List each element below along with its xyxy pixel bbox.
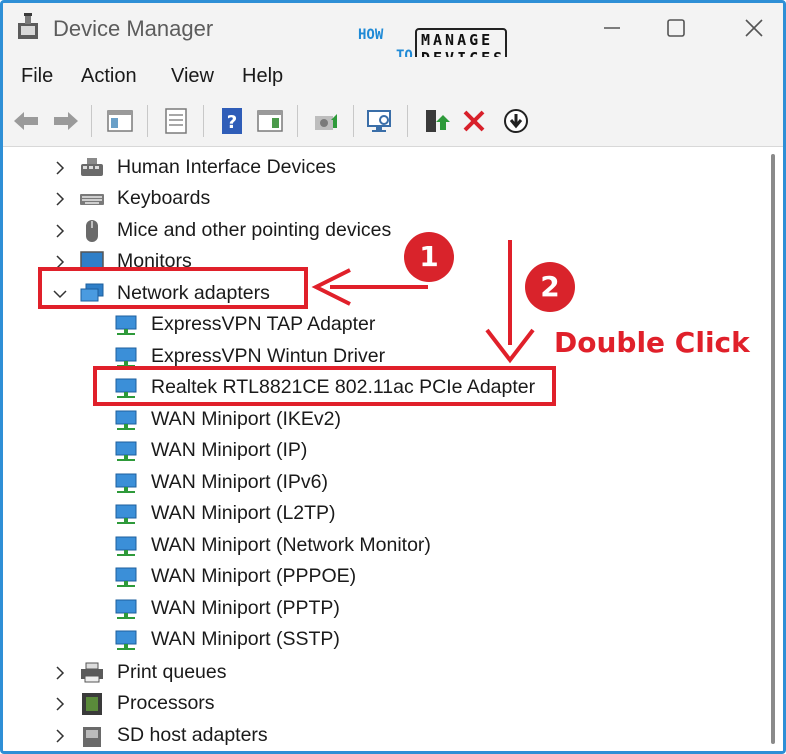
tree-node-human-interface-devices[interactable]: Human Interface Devices [51,153,381,183]
tree-node-label: SD host adapters [117,724,268,746]
chevron-right-icon[interactable] [51,222,69,240]
tree-node-label: WAN Miniport (PPTP) [151,597,340,619]
tree-node-label: WAN Miniport (SSTP) [151,628,340,650]
tree-node-adapter[interactable]: WAN Miniport (PPPOE) [113,562,413,592]
tree-node-adapter[interactable]: WAN Miniport (IPv6) [113,468,413,498]
scrollbar-thumb[interactable] [771,154,775,744]
network-adapter-icon [115,473,137,493]
device-manager-app-icon [18,13,38,39]
tree-node-mice[interactable]: Mice and other pointing devices [51,216,431,246]
tree-node-adapter[interactable]: WAN Miniport (L2TP) [113,499,413,529]
show-hide-console-tree-icon[interactable] [105,106,135,136]
menu-action[interactable]: Action [81,65,137,88]
minimize-button[interactable] [599,15,625,41]
close-button[interactable] [741,15,767,41]
menu-help[interactable]: Help [242,65,283,88]
tree-node-label: WAN Miniport (PPPOE) [151,565,357,587]
tree-node-adapter[interactable]: WAN Miniport (SSTP) [113,625,413,655]
chevron-right-icon[interactable] [51,159,69,177]
highlight-network-adapters [38,267,308,309]
double-click-instruction: Double Click [554,326,750,359]
toolbar: ? [3,97,783,147]
back-icon[interactable] [11,106,41,136]
tree-node-label: WAN Miniport (Network Monitor) [151,534,431,556]
forward-icon[interactable] [51,106,81,136]
mouse-icon [86,220,98,242]
maximize-button[interactable] [663,15,689,41]
tree-node-sd-host-adapters[interactable]: SD host adapters [51,721,351,751]
network-adapter-icon [115,599,137,619]
printer-icon [81,662,103,683]
network-adapter-icon [115,536,137,556]
processor-icon [82,693,102,715]
network-adapter-icon [115,315,137,335]
menu-bar: File Action View Help [3,57,783,97]
tree-node-label: Processors [117,692,215,714]
chevron-right-icon[interactable] [51,190,69,208]
menu-view[interactable]: View [171,65,214,88]
chevron-right-icon[interactable] [51,727,69,745]
action-pane-icon[interactable] [255,106,285,136]
hid-icon [81,158,103,176]
chevron-right-icon[interactable] [51,664,69,682]
vertical-scrollbar[interactable] [765,148,783,751]
tree-node-adapter[interactable]: ExpressVPN TAP Adapter [113,310,413,340]
menu-file[interactable]: File [21,65,53,88]
tree-node-adapter[interactable]: WAN Miniport (IP) [113,436,413,466]
keyboard-icon [80,194,104,205]
network-adapter-icon [115,630,137,650]
properties-icon[interactable] [161,106,191,136]
chevron-right-icon[interactable] [51,695,69,713]
network-adapter-icon [115,441,137,461]
disable-device-icon[interactable] [501,106,531,136]
highlight-realtek-adapter [93,366,556,406]
network-adapter-icon [115,567,137,587]
tree-node-label: WAN Miniport (L2TP) [151,502,336,524]
tree-node-label: WAN Miniport (IPv6) [151,471,328,493]
tree-node-keyboards[interactable]: Keyboards [51,184,381,214]
tree-node-label: Human Interface Devices [117,156,336,178]
window-title: Device Manager [53,16,214,41]
step-badge-2: 2 [525,262,575,312]
tree-node-label: Mice and other pointing devices [117,219,392,241]
update-driver-icon[interactable] [311,106,341,136]
step-badge-1: 1 [404,232,454,282]
tree-node-label: Print queues [117,661,227,683]
tree-node-adapter[interactable]: WAN Miniport (Network Monitor) [113,531,473,561]
tree-node-label: WAN Miniport (IP) [151,439,308,461]
tree-node-label: Keyboards [117,187,211,209]
tree-node-adapter[interactable]: WAN Miniport (PPTP) [113,594,413,624]
tree-node-print-queues[interactable]: Print queues [51,658,351,688]
network-adapter-icon [115,504,137,524]
device-tree: Human Interface Devices Keyboards Mice a… [3,148,765,751]
network-adapter-icon [115,410,137,430]
help-icon[interactable]: ? [217,106,247,136]
tree-node-label: ExpressVPN TAP Adapter [151,313,376,335]
uninstall-device-icon[interactable] [459,106,489,136]
svg-text:?: ? [227,112,237,133]
title-bar: Device Manager HOW TO MANAGE DEVICES [3,3,783,70]
sd-host-icon [83,727,101,747]
tree-node-label: WAN Miniport (IKEv2) [151,408,341,430]
tree-node-adapter[interactable]: WAN Miniport (IKEv2) [113,405,413,435]
enable-device-icon[interactable] [421,106,451,136]
tree-node-label: ExpressVPN Wintun Driver [151,345,386,367]
tree-node-processors[interactable]: Processors [51,689,351,719]
scan-hardware-icon[interactable] [365,106,395,136]
